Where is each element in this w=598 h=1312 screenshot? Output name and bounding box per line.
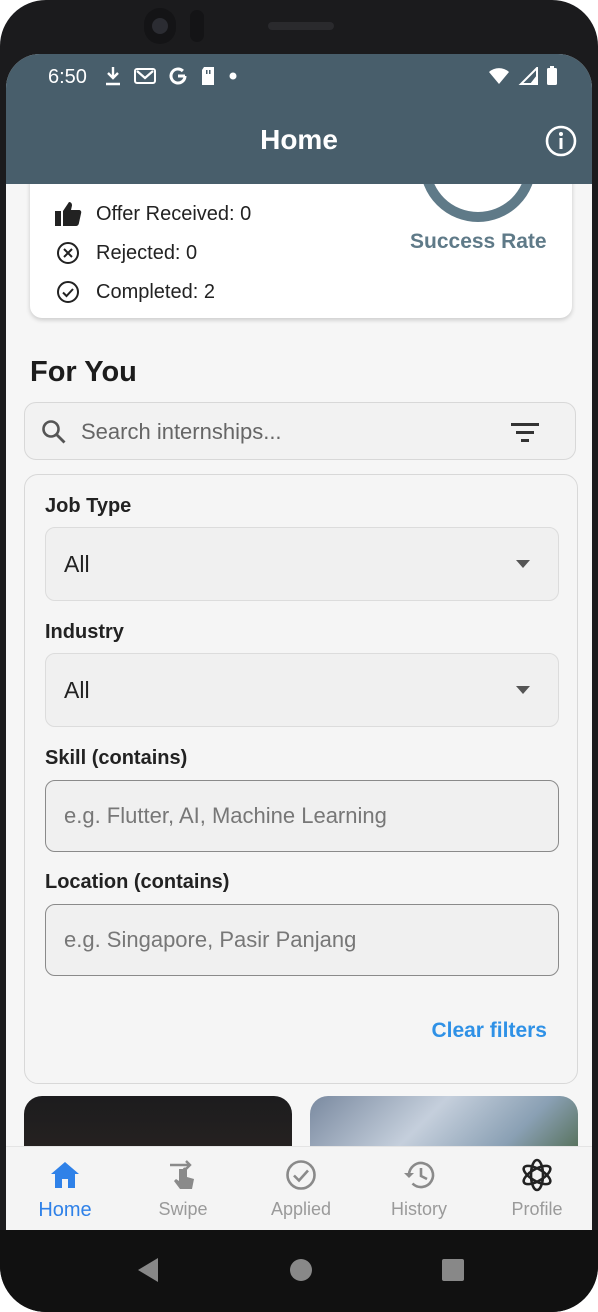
nav-swipe[interactable]: Swipe: [128, 1157, 238, 1220]
gmail-icon: [134, 68, 156, 84]
job-type-value: All: [64, 551, 90, 577]
home-circle-icon[interactable]: [289, 1258, 313, 1282]
clear-filters-button[interactable]: Clear filters: [431, 1019, 547, 1043]
swipe-icon: [170, 1160, 194, 1189]
location-input[interactable]: e.g. Singapore, Pasir Panjang: [45, 904, 559, 976]
bottom-navigation: Home Swipe Applied History Profile: [6, 1146, 592, 1230]
download-icon: [106, 67, 120, 86]
skill-input[interactable]: e.g. Flutter, AI, Machine Learning: [45, 780, 559, 852]
nav-applied[interactable]: Applied: [246, 1157, 356, 1220]
nav-label: Applied: [270, 1199, 332, 1219]
system-status-icons: [488, 66, 558, 86]
check-circle-icon: [57, 281, 79, 303]
cancel-circle-icon: [57, 242, 79, 264]
industry-dropdown[interactable]: All: [45, 653, 559, 727]
info-icon[interactable]: [544, 124, 578, 158]
chevron-down-icon: [516, 560, 530, 568]
success-rate-ring: [423, 184, 533, 222]
app-screen: 6:50 Home Offer Received: 0 Rejected: 0 …: [6, 54, 592, 1230]
nav-label: Profile: [511, 1199, 563, 1219]
nav-profile[interactable]: Profile: [482, 1157, 592, 1220]
industry-value: All: [64, 677, 90, 703]
battery-icon: [547, 66, 557, 85]
status-time: 6:50: [48, 66, 87, 88]
rejected-text: Rejected: 0: [96, 241, 198, 264]
google-icon: [169, 67, 187, 85]
internship-card-image[interactable]: [310, 1096, 578, 1146]
camera-lens: [152, 18, 168, 34]
location-label: Location (contains): [45, 871, 230, 893]
earpiece-speaker: [268, 22, 334, 30]
search-input[interactable]: Search internships...: [81, 419, 282, 445]
recents-icon[interactable]: [441, 1258, 465, 1282]
application-stats-card: Offer Received: 0 Rejected: 0 Completed:…: [30, 184, 572, 318]
chevron-down-icon: [516, 686, 530, 694]
job-type-label: Job Type: [45, 495, 132, 517]
system-navigation-bar: [0, 1230, 598, 1312]
home-icon: [51, 1162, 79, 1188]
thumbs-up-icon: [55, 202, 82, 226]
stat-rejected: Rejected: 0: [54, 239, 197, 267]
nav-label: Swipe: [158, 1199, 208, 1219]
success-rate-label: Success Rate: [410, 230, 547, 253]
filters-panel: Job Type All Industry All Skill (contain…: [24, 474, 578, 1084]
wifi-icon: [489, 68, 509, 84]
front-camera: [144, 8, 176, 44]
history-icon: [404, 1161, 435, 1189]
phone-frame: 6:50 Home Offer Received: 0 Rejected: 0 …: [0, 0, 598, 1312]
sd-card-icon: [202, 67, 214, 85]
skill-label: Skill (contains): [45, 747, 188, 769]
stat-offer-received: Offer Received: 0: [54, 200, 251, 228]
openai-logo-icon: [522, 1158, 552, 1192]
check-circle-icon: [286, 1160, 316, 1190]
internship-card-image[interactable]: [24, 1096, 292, 1146]
skill-placeholder: e.g. Flutter, AI, Machine Learning: [64, 803, 387, 828]
signal-icon: [518, 67, 538, 85]
dot-icon: [229, 72, 237, 80]
filter-icon[interactable]: [511, 421, 539, 443]
stat-completed: Completed: 2: [54, 278, 215, 306]
page-title: Home: [260, 124, 338, 155]
industry-label: Industry: [45, 621, 124, 643]
job-type-dropdown[interactable]: All: [45, 527, 559, 601]
nav-label: History: [390, 1199, 447, 1219]
location-placeholder: e.g. Singapore, Pasir Panjang: [64, 927, 357, 952]
search-icon: [42, 420, 66, 444]
notification-icons: [104, 66, 238, 86]
proximity-sensor: [190, 10, 204, 42]
app-bar: Home: [6, 100, 592, 184]
status-bar: 6:50: [6, 54, 592, 100]
scroll-content[interactable]: Offer Received: 0 Rejected: 0 Completed:…: [6, 184, 592, 1146]
search-bar[interactable]: Search internships...: [24, 402, 576, 460]
offer-received-text: Offer Received: 0: [96, 202, 252, 225]
nav-home[interactable]: Home: [10, 1157, 120, 1222]
section-title: For You: [30, 356, 137, 388]
back-icon[interactable]: [136, 1256, 160, 1284]
nav-history[interactable]: History: [364, 1157, 474, 1220]
nav-label: Home: [38, 1199, 92, 1221]
completed-text: Completed: 2: [96, 280, 215, 303]
